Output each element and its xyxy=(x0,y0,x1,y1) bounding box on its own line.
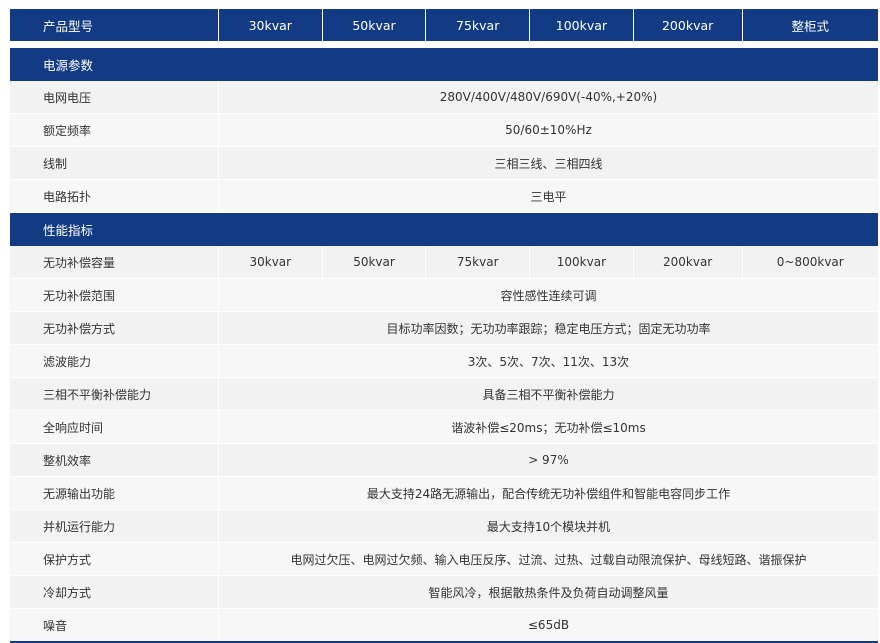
spacer-row xyxy=(10,41,878,48)
row-value: 最大支持10个模块并机 xyxy=(217,509,878,543)
header-row: 产品型号 30kvar 50kvar 75kvar 100kvar 200kva… xyxy=(10,9,878,41)
table-row: 无功补偿范围 容性感性连续可调 xyxy=(10,278,878,312)
row-value: 三电平 xyxy=(217,179,878,213)
table-row: 无功补偿方式 目标功率因数；无功功率跟踪；稳定电压方式；固定无功功率 xyxy=(10,311,878,345)
row-value: 谐波补偿≤20ms；无功补偿≤10ms xyxy=(217,410,878,444)
table-row: 无功补偿容量 30kvar 50kvar 75kvar 100kvar 200k… xyxy=(10,246,878,279)
product-spec-table: 产品型号 30kvar 50kvar 75kvar 100kvar 200kva… xyxy=(10,9,878,643)
model-75kvar: 75kvar xyxy=(425,9,530,41)
table-row: 保护方式 电网过欠压、电网过欠频、输入电压反序、过流、过热、过载自动限流保护、母… xyxy=(10,542,878,576)
row-label: 并机运行能力 xyxy=(10,509,219,543)
table-row: 无源输出功能 最大支持24路无源输出，配合传统无功补偿组件和智能电容同步工作 xyxy=(10,476,878,510)
row-label: 线制 xyxy=(10,146,219,180)
row-label: 无功补偿容量 xyxy=(10,246,219,279)
model-100kvar: 100kvar xyxy=(529,9,634,41)
capacity-cell: 50kvar xyxy=(321,246,426,279)
table-row: 线制 三相三线、三相四线 xyxy=(10,146,878,180)
row-label: 电路拓扑 xyxy=(10,179,219,213)
capacity-cell: 75kvar xyxy=(425,246,530,279)
model-50kvar: 50kvar xyxy=(321,9,426,41)
section-power-params: 电源参数 xyxy=(10,48,878,81)
table-row: 并机运行能力 最大支持10个模块并机 xyxy=(10,509,878,543)
section-title: 电源参数 xyxy=(10,48,878,81)
row-value: 280V/400V/480V/690V(-40%,+20%) xyxy=(217,81,878,114)
table-row: 三相不平衡补偿能力 具备三相不平衡补偿能力 xyxy=(10,377,878,411)
capacity-cell: 0~800kvar xyxy=(741,246,878,279)
row-label: 额定频率 xyxy=(10,113,219,147)
table-row: 额定频率 50/60±10%Hz xyxy=(10,113,878,147)
table-row: 电路拓扑 三电平 xyxy=(10,179,878,213)
capacity-cell: 100kvar xyxy=(529,246,634,279)
row-value: 50/60±10%Hz xyxy=(217,113,878,147)
table-row: 整机效率 > 97% xyxy=(10,443,878,477)
model-30kvar: 30kvar xyxy=(217,9,323,41)
row-value: 目标功率因数；无功功率跟踪；稳定电压方式；固定无功功率 xyxy=(217,311,878,345)
row-value: > 97% xyxy=(217,443,878,477)
capacity-cell: 200kvar xyxy=(632,246,742,279)
section-performance: 性能指标 xyxy=(10,212,878,246)
row-value: 三相三线、三相四线 xyxy=(217,146,878,180)
spec-table-container: 产品型号 30kvar 50kvar 75kvar 100kvar 200kva… xyxy=(10,9,878,643)
table-row: 滤波能力 3次、5次、7次、11次、13次 xyxy=(10,344,878,378)
row-value: 电网过欠压、电网过欠频、输入电压反序、过流、过热、过载自动限流保护、母线短路、谐… xyxy=(217,542,878,576)
model-200kvar: 200kvar xyxy=(632,9,742,41)
row-label: 无功补偿范围 xyxy=(10,278,219,312)
row-value: 智能风冷，根据散热条件及负荷自动调整风量 xyxy=(217,575,878,609)
capacity-cell: 30kvar xyxy=(217,246,323,279)
header-label: 产品型号 xyxy=(10,9,219,41)
row-value: 最大支持24路无源输出，配合传统无功补偿组件和智能电容同步工作 xyxy=(217,476,878,510)
row-label: 无源输出功能 xyxy=(10,476,219,510)
section-title: 性能指标 xyxy=(10,212,878,246)
model-cabinet: 整柜式 xyxy=(741,9,878,41)
row-label: 滤波能力 xyxy=(10,344,219,378)
row-value: 3次、5次、7次、11次、13次 xyxy=(217,344,878,378)
table-row: 全响应时间 谐波补偿≤20ms；无功补偿≤10ms xyxy=(10,410,878,444)
row-value: 具备三相不平衡补偿能力 xyxy=(217,377,878,411)
row-label: 电网电压 xyxy=(10,81,219,114)
table-row: 冷却方式 智能风冷，根据散热条件及负荷自动调整风量 xyxy=(10,575,878,609)
row-label: 三相不平衡补偿能力 xyxy=(10,377,219,411)
row-label: 全响应时间 xyxy=(10,410,219,444)
row-label: 无功补偿方式 xyxy=(10,311,219,345)
row-value: 容性感性连续可调 xyxy=(217,278,878,312)
row-label: 保护方式 xyxy=(10,542,219,576)
table-row: 电网电压 280V/400V/480V/690V(-40%,+20%) xyxy=(10,81,878,114)
row-label: 冷却方式 xyxy=(10,575,219,609)
row-label: 整机效率 xyxy=(10,443,219,477)
